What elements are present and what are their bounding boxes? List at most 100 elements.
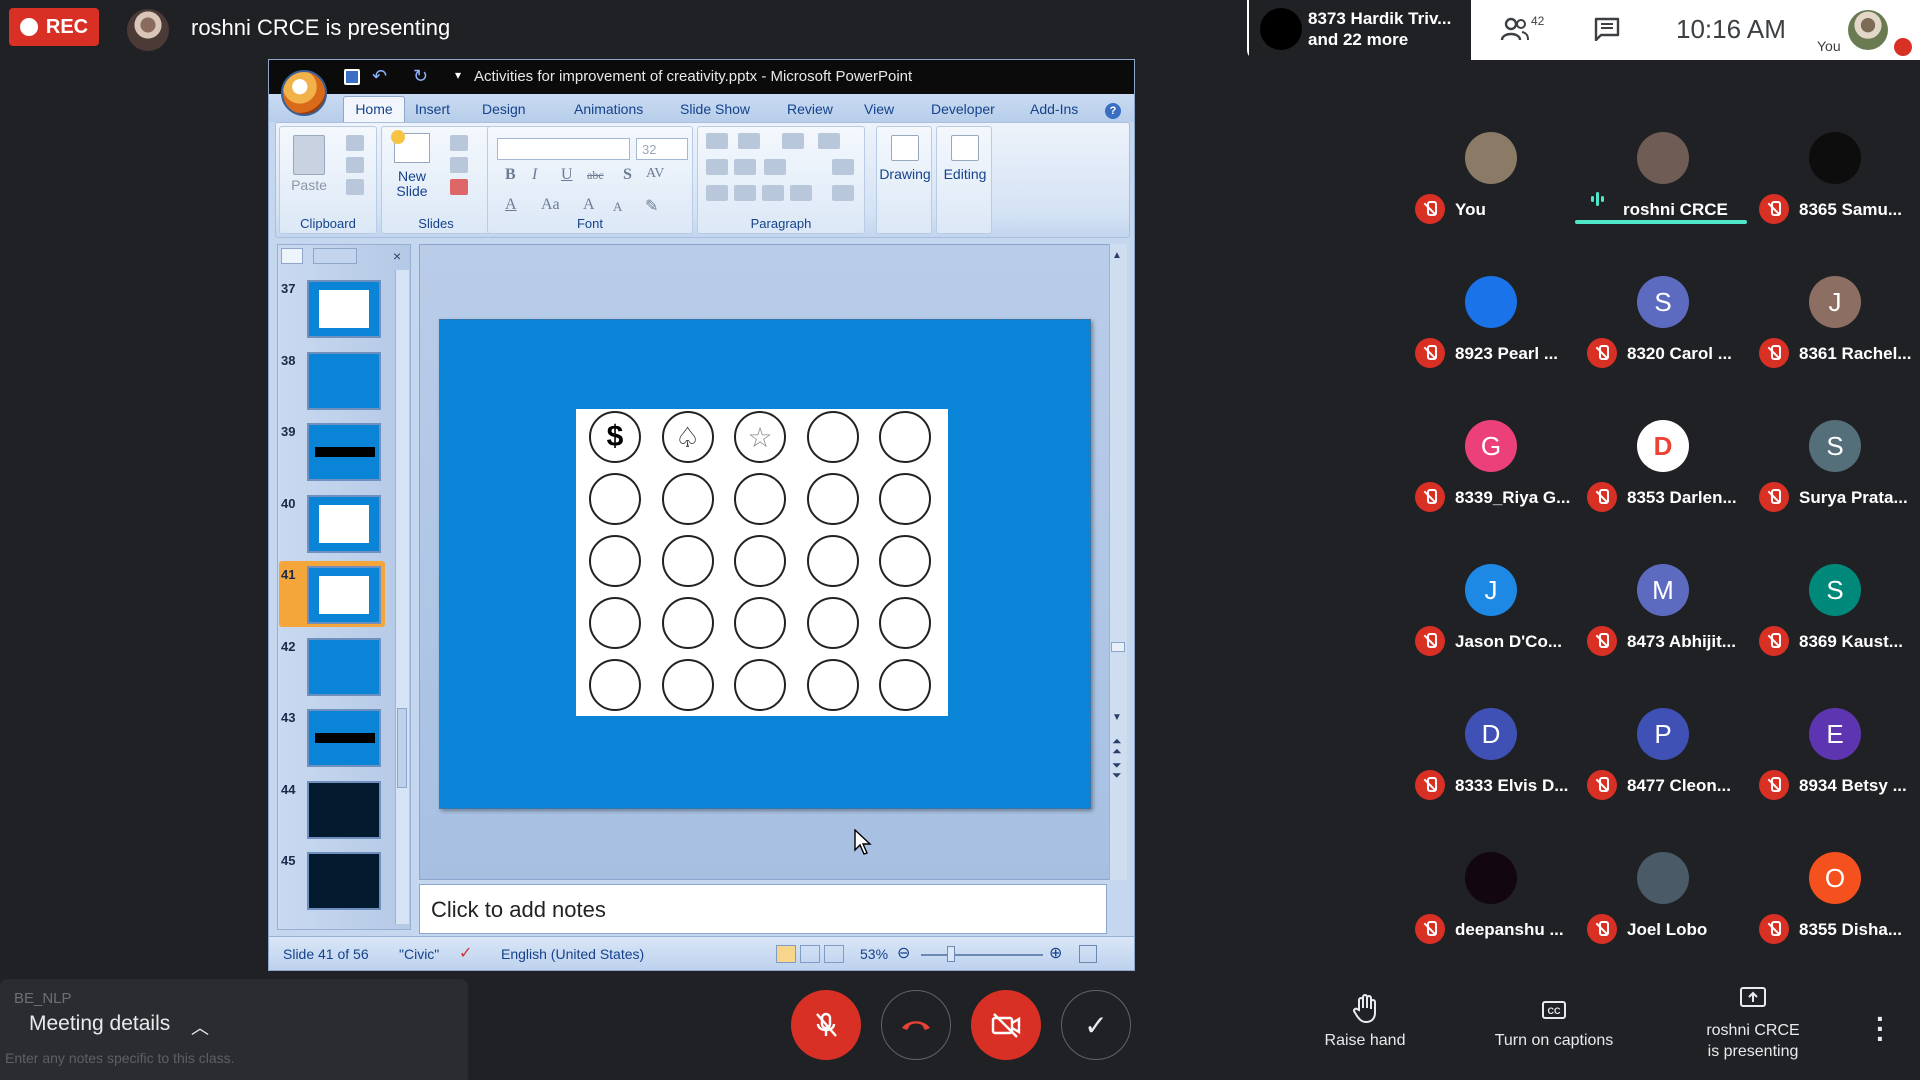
- char-spacing-icon[interactable]: AV: [646, 166, 664, 182]
- tab-insert[interactable]: Insert: [415, 101, 450, 117]
- leave-call-button[interactable]: [881, 990, 951, 1060]
- zoom-level[interactable]: 53%: [860, 946, 888, 962]
- cut-icon[interactable]: [346, 135, 364, 151]
- help-icon[interactable]: ?: [1105, 103, 1121, 119]
- tab-developer[interactable]: Developer: [931, 101, 995, 117]
- slide-thumbnail[interactable]: [307, 351, 381, 410]
- new-slide-icon[interactable]: [391, 130, 430, 163]
- presenting-status[interactable]: roshni CRCE is presenting: [1683, 1020, 1823, 1062]
- decrease-indent-icon[interactable]: [706, 159, 728, 175]
- zoom-slider[interactable]: [921, 954, 1043, 956]
- more-options-icon[interactable]: · · ·: [1876, 1005, 1885, 1053]
- layout-icon[interactable]: [450, 135, 468, 151]
- slide-thumbnail[interactable]: [307, 566, 381, 624]
- text-direction-icon[interactable]: [832, 159, 854, 175]
- slide-show-icon[interactable]: [824, 945, 844, 963]
- justify-icon[interactable]: [790, 185, 812, 201]
- raise-hand-icon[interactable]: [1352, 994, 1380, 1024]
- checkmark-button[interactable]: ✓: [1061, 990, 1131, 1060]
- format-painter-icon[interactable]: [346, 179, 364, 195]
- next-slide-icon[interactable]: ⏷ ⏷: [1112, 759, 1122, 781]
- zoom-out-icon[interactable]: ⊖: [897, 943, 910, 963]
- spellcheck-icon[interactable]: ✓: [459, 943, 472, 963]
- shadow-icon[interactable]: S: [623, 166, 632, 184]
- shrink-font-icon[interactable]: A: [613, 199, 622, 215]
- copy-icon[interactable]: [346, 157, 364, 173]
- strikethrough-icon[interactable]: abc: [587, 168, 604, 183]
- notes-pane[interactable]: Click to add notes: [419, 884, 1107, 934]
- outline-tab-icon[interactable]: [313, 248, 357, 264]
- grow-font-icon[interactable]: A: [583, 196, 595, 214]
- drawing-button[interactable]: Drawing: [876, 126, 932, 234]
- slide-thumbnail[interactable]: [307, 852, 381, 910]
- fit-window-icon[interactable]: [1079, 945, 1097, 963]
- font-color-icon[interactable]: A: [505, 196, 517, 214]
- participant-tile[interactable]: D 8333 Elvis D...: [1403, 696, 1573, 826]
- language[interactable]: English (United States): [501, 946, 644, 962]
- participant-tile[interactable]: S 8369 Kaust...: [1747, 552, 1917, 682]
- numbering-icon[interactable]: [738, 133, 760, 149]
- slide-thumbnail[interactable]: [307, 280, 381, 338]
- microphone-toggle-button[interactable]: [791, 990, 861, 1060]
- participant-tile[interactable]: J Jason D'Co...: [1403, 552, 1573, 682]
- line-spacing-icon[interactable]: [782, 133, 804, 149]
- close-icon[interactable]: ×: [393, 248, 401, 264]
- columns-icon[interactable]: [818, 133, 840, 149]
- zoom-in-icon[interactable]: ⊕: [1049, 943, 1062, 963]
- tab-add-ins[interactable]: Add-Ins: [1030, 101, 1078, 117]
- tab-home[interactable]: Home: [343, 96, 405, 122]
- vertical-scroll-thumb[interactable]: [1111, 642, 1125, 652]
- participant-tile[interactable]: roshni CRCE: [1575, 120, 1745, 250]
- editing-button[interactable]: Editing: [936, 126, 992, 234]
- increase-indent-icon[interactable]: [734, 159, 756, 175]
- camera-toggle-button[interactable]: [971, 990, 1041, 1060]
- meeting-details-button[interactable]: Meeting details: [29, 1012, 170, 1036]
- chat-icon[interactable]: [1594, 17, 1620, 41]
- underline-icon[interactable]: U: [561, 166, 573, 184]
- italic-icon[interactable]: I: [532, 166, 537, 184]
- participant-tile[interactable]: Joel Lobo: [1575, 840, 1745, 970]
- delete-slide-icon[interactable]: [450, 179, 468, 195]
- slide-thumbnail[interactable]: [307, 709, 381, 767]
- participant-tile[interactable]: O 8355 Disha...: [1747, 840, 1917, 970]
- people-icon[interactable]: [1500, 16, 1530, 42]
- bold-icon[interactable]: B: [505, 166, 516, 184]
- present-screen-icon[interactable]: [1739, 986, 1767, 1010]
- tab-review[interactable]: Review: [787, 101, 833, 117]
- scroll-up-icon[interactable]: ▲: [1112, 250, 1122, 261]
- scroll-down-icon[interactable]: ▼: [1112, 712, 1122, 723]
- slide-thumbnail[interactable]: [307, 780, 381, 839]
- tab-slide-show[interactable]: Slide Show: [680, 101, 750, 117]
- office-button[interactable]: [281, 70, 327, 116]
- participant-tile[interactable]: S Surya Prata...: [1747, 408, 1917, 538]
- participant-tile[interactable]: You: [1403, 120, 1573, 250]
- prev-slide-icon[interactable]: ⏶ ⏶: [1112, 735, 1122, 757]
- participant-tile[interactable]: 8365 Samu...: [1747, 120, 1917, 250]
- slide-thumbnail[interactable]: [307, 637, 381, 696]
- raise-hand-label[interactable]: Raise hand: [1310, 1032, 1420, 1050]
- paste-icon[interactable]: [293, 135, 325, 175]
- participant-tile[interactable]: D 8353 Darlen...: [1575, 408, 1745, 538]
- tab-design[interactable]: Design: [482, 101, 526, 117]
- zoom-slider-thumb[interactable]: [947, 946, 955, 962]
- participant-tile[interactable]: S 8320 Carol ...: [1575, 264, 1745, 394]
- clear-format-icon[interactable]: ✎: [645, 196, 658, 216]
- undo-icon[interactable]: ↶: [372, 66, 387, 87]
- redo-icon[interactable]: ↻: [413, 66, 428, 87]
- reset-icon[interactable]: [450, 157, 468, 173]
- align-right-icon[interactable]: [762, 185, 784, 201]
- align-left-icon[interactable]: [706, 185, 728, 201]
- quick-access-more-icon[interactable]: ▾: [455, 68, 461, 82]
- bullets-icon[interactable]: [706, 133, 728, 149]
- save-icon[interactable]: [344, 69, 360, 85]
- participant-tile[interactable]: G 8339_Riya G...: [1403, 408, 1573, 538]
- chevron-up-icon[interactable]: ︿: [191, 1014, 209, 1040]
- tab-animations[interactable]: Animations: [574, 101, 643, 117]
- slides-scrollbar[interactable]: [395, 270, 409, 924]
- slides-scroll-thumb[interactable]: [397, 708, 407, 788]
- captions-label[interactable]: Turn on captions: [1474, 1032, 1634, 1050]
- slide-sorter-icon[interactable]: [800, 945, 820, 963]
- align-center-icon[interactable]: [734, 185, 756, 201]
- change-case-icon[interactable]: Aa: [541, 196, 560, 214]
- participant-tile[interactable]: J 8361 Rachel...: [1747, 264, 1917, 394]
